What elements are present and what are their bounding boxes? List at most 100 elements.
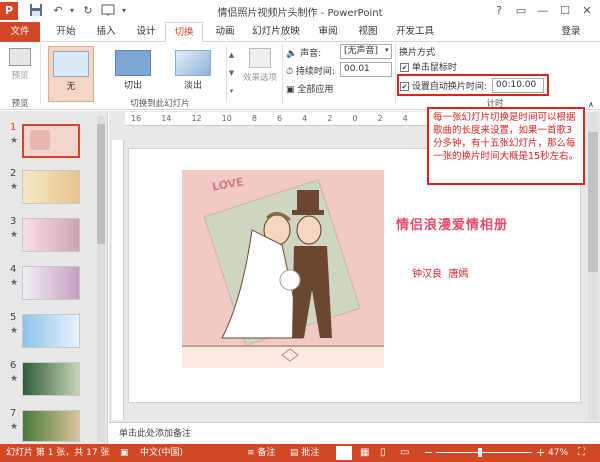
auto-advance-time-input[interactable]: 00:10.00 — [492, 78, 544, 93]
apply-all-icon: ▣ — [286, 85, 295, 95]
sound-row: 🔈 声音: — [286, 46, 321, 59]
comments-button[interactable]: ▤ 批注 — [290, 444, 319, 462]
thumbnail-6[interactable] — [22, 362, 80, 396]
advance-header: 换片方式 — [399, 48, 436, 58]
tab-developer[interactable]: 开发工具 — [390, 22, 440, 42]
group-divider — [395, 44, 396, 104]
normal-view-icon[interactable] — [336, 446, 352, 460]
tab-review[interactable]: 审阅 — [310, 22, 346, 42]
ruler-mark: 2 — [377, 114, 383, 123]
tab-file[interactable]: 文件 — [0, 22, 40, 42]
notes-pane[interactable]: 单击此处添加备注 — [109, 422, 600, 444]
sound-label: 声音: — [300, 49, 322, 59]
annotation-callout: 每一张幻灯片切换是时间可以根据歌曲的长度来设置，如果一首歌3分多钟，有十五张幻灯… — [427, 107, 585, 185]
ruler-mark: 4 — [402, 114, 408, 123]
tab-transitions[interactable]: 切换 — [165, 22, 203, 43]
auto-advance-checkbox[interactable]: ✔ — [400, 82, 409, 91]
minimize-button[interactable]: — — [532, 2, 554, 20]
clock-icon: ⏱ — [286, 67, 294, 77]
on-click-option[interactable]: ✔ 单击鼠标时 — [400, 60, 457, 73]
notes-button[interactable]: ≡ 备注 — [247, 444, 275, 462]
slide-heading[interactable]: 情侣浪漫爱情相册 — [396, 214, 508, 233]
thumbnail-scrollbar[interactable] — [97, 116, 105, 442]
transition-cut[interactable]: 切出 — [110, 46, 156, 102]
transition-fade[interactable]: 淡出 — [170, 46, 216, 102]
ruler-mark: 12 — [191, 114, 202, 123]
ruler-mark: 16 — [131, 114, 142, 123]
language-indicator[interactable]: 中文(中国) — [140, 444, 183, 462]
thumb-star-icon: ★ — [10, 326, 19, 336]
comments-button-label: 批注 — [301, 448, 320, 458]
group-divider — [40, 44, 41, 104]
thumbnail-4[interactable] — [22, 266, 80, 300]
tab-design[interactable]: 设计 — [128, 22, 164, 42]
reading-view-icon[interactable]: ▯ — [380, 444, 386, 462]
slide-names[interactable]: 钟汉良 唐嫣 — [412, 265, 468, 280]
thumbnail-2[interactable] — [22, 170, 80, 204]
ruler-mark: 2 — [327, 114, 333, 123]
transition-none-icon — [53, 51, 89, 77]
maximize-button[interactable]: ☐ — [554, 2, 576, 20]
effect-options-button[interactable]: 效果选项 — [240, 46, 280, 96]
apply-all-label: 全部应用 — [297, 85, 334, 95]
thumb-number: 7 — [10, 408, 17, 419]
effect-options-icon — [249, 48, 271, 68]
transition-cut-icon — [115, 50, 151, 76]
ruler-mark: 4 — [302, 114, 308, 123]
tab-home[interactable]: 开始 — [48, 22, 84, 42]
slideshow-view-icon[interactable]: ▭ — [400, 444, 409, 462]
thumbnail-5[interactable] — [22, 314, 80, 348]
slide-count: 幻灯片 第 1 张，共 17 张 — [6, 448, 110, 458]
thumb-star-icon: ★ — [10, 422, 19, 432]
duration-input[interactable]: 00.01 — [340, 62, 392, 77]
chevron-down-icon[interactable]: ▾ — [385, 46, 389, 54]
transition-none[interactable]: 无 — [48, 46, 94, 102]
on-click-label: 单击鼠标时 — [411, 63, 457, 73]
thumb-number: 1 — [10, 122, 17, 133]
fit-slide-icon[interactable]: ⛶ — [578, 444, 585, 462]
zoom-slider[interactable] — [436, 452, 532, 453]
slide-sorter-icon[interactable]: ▦ — [360, 444, 369, 462]
transition-none-label: 无 — [66, 82, 76, 92]
thumbnail-1[interactable] — [22, 124, 80, 158]
duration-row: ⏱ 持续时间: — [286, 64, 335, 77]
preview-button-label: 预览 — [11, 71, 29, 81]
thumbnail-3[interactable] — [22, 218, 80, 252]
auto-advance-option[interactable]: ✔ 设置自动换片时间: — [400, 79, 487, 92]
login-link[interactable]: 登录 — [554, 22, 588, 42]
editor-scrollbar[interactable] — [588, 112, 598, 420]
tab-animations[interactable]: 动画 — [207, 22, 243, 42]
help-button[interactable]: ? — [488, 2, 510, 20]
tab-insert[interactable]: 插入 — [88, 22, 124, 42]
thumb-number: 5 — [10, 312, 17, 323]
collapse-ribbon-icon[interactable]: ∧ — [588, 100, 594, 109]
comment-icon: ▤ — [290, 448, 299, 458]
wedding-illustration[interactable]: LOVE — [182, 170, 384, 368]
sound-icon: 🔈 — [286, 49, 298, 59]
gallery-scroll[interactable]: ▲ ▼ ▾ — [226, 46, 236, 102]
ruler-mark: 8 — [251, 114, 257, 123]
group-divider — [282, 44, 283, 104]
preview-icon — [9, 48, 31, 66]
thumbnail-7[interactable] — [22, 410, 80, 442]
zoom-in-button[interactable]: + — [536, 444, 545, 462]
transition-group-label: 切换到此幻灯片 — [130, 99, 190, 109]
close-button[interactable]: ✕ — [576, 2, 598, 20]
preview-button[interactable]: 预览 — [5, 46, 35, 90]
effect-options-label: 效果选项 — [242, 73, 277, 83]
apply-all-button[interactable]: ▣ 全部应用 — [286, 82, 333, 95]
tab-view[interactable]: 视图 — [350, 22, 386, 42]
thumb-number: 4 — [10, 264, 17, 275]
auto-advance-label: 设置自动换片时间: — [411, 82, 487, 92]
thumb-star-icon: ★ — [10, 136, 19, 146]
thumb-star-icon: ★ — [10, 374, 19, 384]
zoom-out-button[interactable]: − — [424, 444, 433, 462]
tab-slideshow[interactable]: 幻灯片放映 — [246, 22, 306, 42]
on-click-checkbox[interactable]: ✔ — [400, 63, 409, 72]
duration-label: 持续时间: — [295, 67, 335, 77]
zoom-level[interactable]: 47% — [548, 444, 568, 462]
zoom-slider-thumb[interactable] — [478, 448, 482, 457]
ruler-mark: 10 — [221, 114, 232, 123]
spellcheck-icon[interactable]: ▣ — [120, 444, 129, 462]
ribbon-display-button[interactable]: ▭ — [510, 2, 532, 20]
